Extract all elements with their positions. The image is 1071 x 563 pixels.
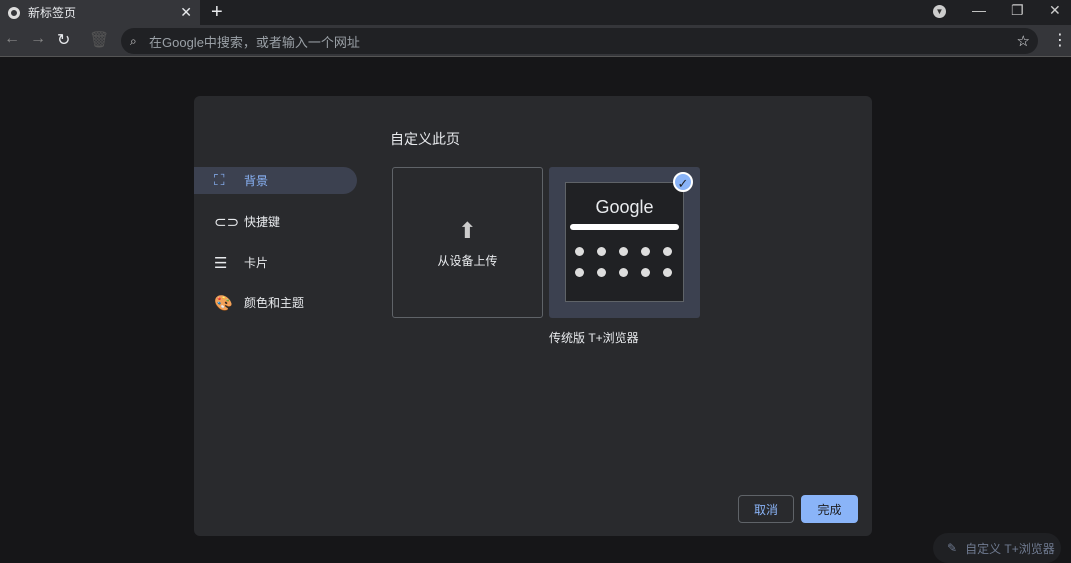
done-button[interactable]: 完成 <box>801 495 858 523</box>
profile-dropdown-icon[interactable]: ▼ <box>933 5 946 18</box>
cancel-button[interactable]: 取消 <box>738 495 794 523</box>
forward-button[interactable]: → <box>30 30 46 48</box>
tab-new-tab[interactable]: 新标签页 ✕ <box>0 0 200 25</box>
classic-label: 传统版 T+浏览器 <box>549 331 639 345</box>
reload-button[interactable]: ↻ <box>57 30 70 50</box>
upload-label: 从设备上传 <box>437 254 498 268</box>
upload-from-device-tile[interactable]: ⬆ 从设备上传 <box>392 167 543 318</box>
classic-background-tile[interactable]: Google ✓ <box>549 167 700 318</box>
restore-button[interactable]: ❐ <box>1011 2 1024 19</box>
classic-preview: Google <box>565 182 684 302</box>
address-bar[interactable]: ⌕ 在Google中搜索，或者输入一个网址 ☆ <box>121 28 1038 54</box>
close-tab-icon[interactable]: ✕ <box>180 4 192 21</box>
sidebar-item-background[interactable]: ⛶ 背景 <box>194 167 357 194</box>
pencil-icon: ✎ <box>947 541 958 555</box>
sidebar-label: 颜色和主题 <box>244 296 305 310</box>
sidebar-item-color-theme[interactable]: 🎨 颜色和主题 <box>194 289 357 316</box>
new-tab-button[interactable]: + <box>211 1 223 24</box>
trash-icon[interactable]: 🗑 <box>89 30 109 50</box>
bookmark-star-icon[interactable]: ☆ <box>1017 32 1030 50</box>
address-placeholder: 在Google中搜索，或者输入一个网址 <box>149 34 360 50</box>
tab-title: 新标签页 <box>28 6 77 20</box>
toolbar: ← → ↻ 🗑 ⌕ 在Google中搜索，或者输入一个网址 ☆ ⋮ <box>0 25 1071 57</box>
sidebar-label: 卡片 <box>244 256 269 270</box>
chrome-icon <box>8 6 20 19</box>
upload-icon: ⬆ <box>458 218 477 243</box>
customize-dialog: 自定义此页 ⛶ 背景 ⊂⊃ 快捷键 ☰ 卡片 🎨 颜色和主题 ⬆ 从设备上传 Googl… <box>194 96 872 536</box>
sidebar-item-cards[interactable]: ☰ 卡片 <box>194 249 357 276</box>
image-icon: ⛶ <box>214 172 225 189</box>
back-button[interactable]: ← <box>4 30 20 48</box>
dialog-title: 自定义此页 <box>390 131 460 147</box>
menu-icon[interactable]: ⋮ <box>1052 30 1068 50</box>
selected-check-icon: ✓ <box>673 172 693 192</box>
minimize-button[interactable]: — <box>972 2 986 18</box>
cards-icon: ☰ <box>214 254 228 272</box>
palette-icon: 🎨 <box>214 294 233 312</box>
sidebar-label: 背景 <box>244 174 269 188</box>
sidebar-item-shortcuts[interactable]: ⊂⊃ 快捷键 <box>194 208 357 235</box>
sidebar-label: 快捷键 <box>244 215 281 229</box>
close-window-button[interactable]: ✕ <box>1049 2 1061 19</box>
google-logo: Google <box>595 197 654 217</box>
search-bar-preview <box>570 224 679 230</box>
shortcut-dots <box>575 247 673 277</box>
search-icon: ⌕ <box>130 33 137 48</box>
link-icon: ⊂⊃ <box>214 213 240 231</box>
customize-label: 自定义 T+浏览器 <box>965 541 1055 556</box>
tab-strip: 新标签页 ✕ + ▼ — ❐ ✕ <box>0 0 1071 25</box>
